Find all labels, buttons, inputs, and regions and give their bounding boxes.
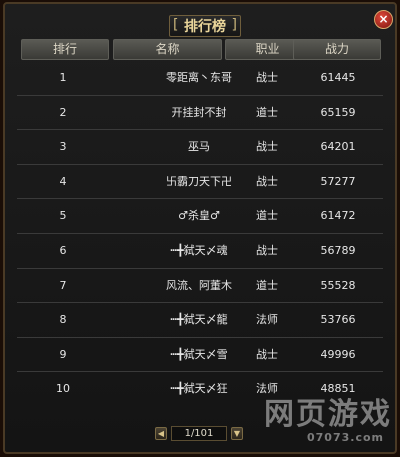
- pagination: ◀ 1/101 ▼: [155, 426, 249, 442]
- table-row[interactable]: 9 ┅╋弑天〆雪 战士 49996: [17, 338, 383, 373]
- column-header-name[interactable]: 名称: [113, 39, 222, 60]
- table-row[interactable]: 2 开挂封不封 道士 65159: [17, 96, 383, 131]
- table-row[interactable]: 1 零距离丶东哥 战士 61445: [17, 61, 383, 96]
- rank-cell: 3: [59, 140, 67, 154]
- prev-page-button[interactable]: ◀: [155, 427, 167, 440]
- table-header: 排行 名称 职业 战力: [21, 39, 381, 60]
- close-button[interactable]: ×: [374, 10, 393, 29]
- watermark-text: 网页游戏: [264, 397, 392, 432]
- power-cell: 56789: [320, 243, 356, 257]
- rank-cell: 6: [59, 243, 67, 257]
- table-row[interactable]: 7 风流、阿董木 道士 55528: [17, 269, 383, 304]
- table-row[interactable]: 5 ♂杀皇♂ 道士 61472: [17, 199, 383, 234]
- power-cell: 57277: [320, 174, 356, 188]
- table-row[interactable]: 4 卐霸刀天下卍 战士 57277: [17, 165, 383, 200]
- title-bracket-left-icon: [: [173, 17, 179, 33]
- rank-cell: 5: [59, 209, 67, 223]
- power-cell: 61445: [320, 71, 356, 84]
- table-row[interactable]: 6 ┅╋弑天〆魂 战士 56789: [17, 234, 383, 269]
- rank-cell: 9: [59, 347, 67, 361]
- table-row[interactable]: 3 巫马 战士 64201: [17, 130, 383, 165]
- column-header-power[interactable]: 战力: [293, 39, 381, 60]
- ranking-table-body: 1 零距离丶东哥 战士 61445 2 开挂封不封 道士 65159 3 巫马 …: [17, 61, 383, 407]
- power-cell: 55528: [320, 278, 356, 292]
- rank-cell: 8: [59, 313, 67, 327]
- power-cell: 49996: [320, 347, 356, 361]
- table-row[interactable]: 8 ┅╋弑天〆龍 法师 53766: [17, 303, 383, 338]
- rank-cell: 10: [56, 382, 70, 396]
- power-cell: 65159: [320, 105, 356, 119]
- page-indicator: 1/101: [171, 426, 227, 441]
- rank-cell: 1: [59, 71, 67, 84]
- power-cell: 64201: [320, 140, 356, 154]
- rank-cell: 7: [59, 278, 67, 292]
- watermark-logo: 网页游戏 07073.com: [242, 399, 392, 447]
- page-title: 排行榜: [184, 19, 226, 35]
- watermark-url: 07073.com: [307, 431, 384, 444]
- title-bar: [ 排行榜 ]: [169, 15, 241, 37]
- rank-cell: 2: [59, 105, 67, 119]
- power-cell: 61472: [320, 209, 356, 223]
- power-cell: 53766: [320, 313, 356, 327]
- column-header-rank[interactable]: 排行: [21, 39, 109, 60]
- title-bracket-right-icon: ]: [231, 17, 237, 33]
- rank-cell: 4: [59, 174, 67, 188]
